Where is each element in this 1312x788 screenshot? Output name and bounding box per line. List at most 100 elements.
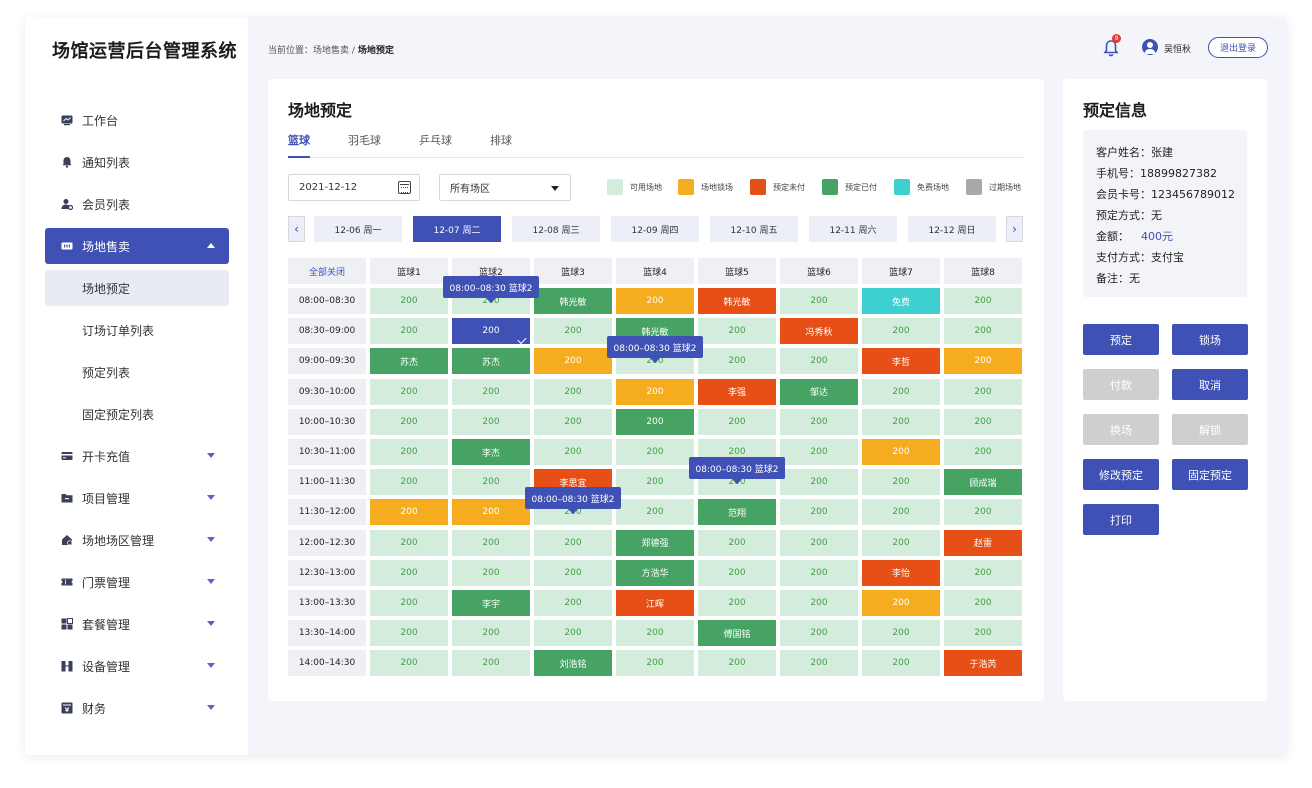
slot-available[interactable]: 200 (616, 650, 694, 677)
sidebar-item-devices[interactable]: 设备管理 (45, 648, 229, 684)
slot-available[interactable]: 200 (534, 408, 612, 435)
sidebar-item-card-recharge[interactable]: 开卡充值 (45, 438, 229, 474)
day-button[interactable]: 12-06 周一 (314, 216, 402, 242)
day-button[interactable]: 12-09 周四 (611, 216, 699, 242)
slot-available[interactable]: 200 (944, 499, 1022, 526)
slot-unpaid[interactable]: 江晖 (616, 590, 694, 616)
slot-paid[interactable]: 顾成瑞 (944, 469, 1022, 496)
slot-available[interactable]: 200 (452, 378, 530, 405)
slot-available[interactable]: 200 (862, 620, 940, 647)
slot-available[interactable]: 200 (370, 318, 448, 345)
slot-available[interactable]: 200 (944, 318, 1022, 345)
breadcrumb-parent[interactable]: 场地售卖 (313, 46, 349, 56)
slot-available[interactable]: 200 (944, 620, 1022, 647)
slot-available[interactable]: 200 (780, 348, 858, 375)
slot-available[interactable]: 200 (616, 499, 694, 526)
slot-unpaid[interactable]: 李哲 (862, 348, 940, 375)
slot-available[interactable]: 200 (862, 499, 940, 526)
slot-paid[interactable]: 范翔 (698, 499, 776, 526)
slot-locked[interactable]: 200 (862, 439, 940, 465)
slot-available[interactable]: 200 (698, 348, 776, 375)
slot-paid[interactable]: 方浩华 (616, 559, 694, 586)
slot-available[interactable]: 200 (616, 620, 694, 647)
calendar-icon[interactable] (398, 181, 411, 194)
slot-available[interactable]: 200 (944, 559, 1022, 586)
slot-available[interactable]: 200 (370, 590, 448, 616)
slot-locked[interactable]: 200 (452, 499, 530, 526)
slot-paid[interactable]: 刘浩铭 (534, 650, 612, 677)
slot-available[interactable]: 200 (370, 288, 448, 314)
date-picker[interactable]: 2021-12-12 (288, 174, 420, 201)
slot-available[interactable]: 200 (698, 408, 776, 435)
slot-available[interactable]: 200 (452, 529, 530, 556)
close-all-button[interactable]: 全部关闭 (288, 258, 366, 284)
slot-available[interactable]: 200 (698, 650, 776, 677)
slot-available[interactable]: 200 (534, 559, 612, 586)
slot-available[interactable]: 200 (862, 408, 940, 435)
slot-available[interactable]: 200 (780, 439, 858, 465)
tab-table-tennis[interactable]: 乒乓球 (419, 132, 452, 158)
action-button[interactable]: 预定 (1083, 324, 1159, 355)
slot-available[interactable]: 200 (370, 650, 448, 677)
slot-available[interactable]: 200 (370, 378, 448, 405)
slot-paid[interactable]: 苏杰 (452, 348, 530, 375)
area-select[interactable]: 所有场区 (439, 174, 571, 201)
slot-available[interactable]: 200 (370, 408, 448, 435)
day-button[interactable]: 12-11 周六 (809, 216, 897, 242)
slot-available[interactable]: 200 (534, 529, 612, 556)
slot-available[interactable]: 200 (780, 559, 858, 586)
slot-available[interactable]: 200 (862, 378, 940, 405)
sidebar-item-members[interactable]: 会员列表 (45, 186, 229, 222)
slot-available[interactable]: 200 (370, 529, 448, 556)
action-button[interactable]: 打印 (1083, 504, 1159, 535)
slot-unpaid[interactable]: 李怡 (862, 559, 940, 586)
action-button[interactable]: 付款 (1083, 369, 1159, 400)
slot-available[interactable]: 200 (698, 559, 776, 586)
slot-available[interactable]: 200 (534, 378, 612, 405)
slot-locked[interactable]: 200 (944, 348, 1022, 375)
slot-available[interactable]: 200 (370, 439, 448, 465)
next-day-button[interactable]: › (1006, 216, 1023, 242)
slot-available[interactable]: 200 (534, 318, 612, 345)
tab-volleyball[interactable]: 排球 (490, 132, 512, 158)
slot-available[interactable]: 200 (370, 620, 448, 647)
slot-available[interactable]: 200 (862, 529, 940, 556)
action-button[interactable]: 解锁 (1172, 414, 1248, 445)
slot-available[interactable]: 200 (452, 559, 530, 586)
day-button[interactable]: 12-12 周日 (908, 216, 996, 242)
sidebar-item-venue-areas[interactable]: 场地场区管理 (45, 522, 229, 558)
sidebar-subitem-booking-orders[interactable]: 订场订单列表 (45, 312, 229, 348)
slot-available[interactable]: 200 (862, 318, 940, 345)
slot-available[interactable]: 200 (370, 469, 448, 496)
sidebar-subitem-venue-booking[interactable]: 场地预定 (45, 270, 229, 306)
slot-available[interactable]: 200 (698, 590, 776, 616)
slot-paid[interactable]: 苏杰 (370, 348, 448, 375)
slot-available[interactable]: 200 (862, 650, 940, 677)
slot-available[interactable]: 200 (780, 288, 858, 314)
sidebar-subitem-reservations[interactable]: 预定列表 (45, 354, 229, 390)
day-button[interactable]: 12-10 周五 (710, 216, 798, 242)
day-button[interactable]: 12-08 周三 (512, 216, 600, 242)
slot-available[interactable]: 200 (780, 529, 858, 556)
tab-basketball[interactable]: 篮球 (288, 132, 310, 158)
day-button-active[interactable]: 12-07 周二 (413, 216, 501, 242)
slot-available[interactable]: 200 (780, 590, 858, 616)
slot-locked[interactable]: 200 (534, 348, 612, 375)
slot-available[interactable]: 200 (780, 408, 858, 435)
slot-available[interactable]: 200 (616, 469, 694, 496)
slot-available[interactable]: 200 (780, 469, 858, 496)
action-button[interactable]: 换场 (1083, 414, 1159, 445)
slot-paid[interactable]: 200 (616, 408, 694, 435)
slot-available[interactable]: 200 (780, 620, 858, 647)
slot-available[interactable]: 200 (534, 439, 612, 465)
slot-available[interactable]: 200 (780, 650, 858, 677)
slot-paid[interactable]: 李宇 (452, 590, 530, 616)
slot-locked[interactable]: 200 (370, 499, 448, 526)
action-button[interactable]: 取消 (1172, 369, 1248, 400)
tab-badminton[interactable]: 羽毛球 (348, 132, 381, 158)
slot-available[interactable]: 200 (534, 590, 612, 616)
slot-unpaid[interactable]: 韩光敏 (698, 288, 776, 314)
slot-available[interactable]: 200 (370, 559, 448, 586)
sidebar-item-dashboard[interactable]: 工作台 (45, 102, 229, 138)
slot-unpaid[interactable]: 赵雷 (944, 529, 1022, 556)
